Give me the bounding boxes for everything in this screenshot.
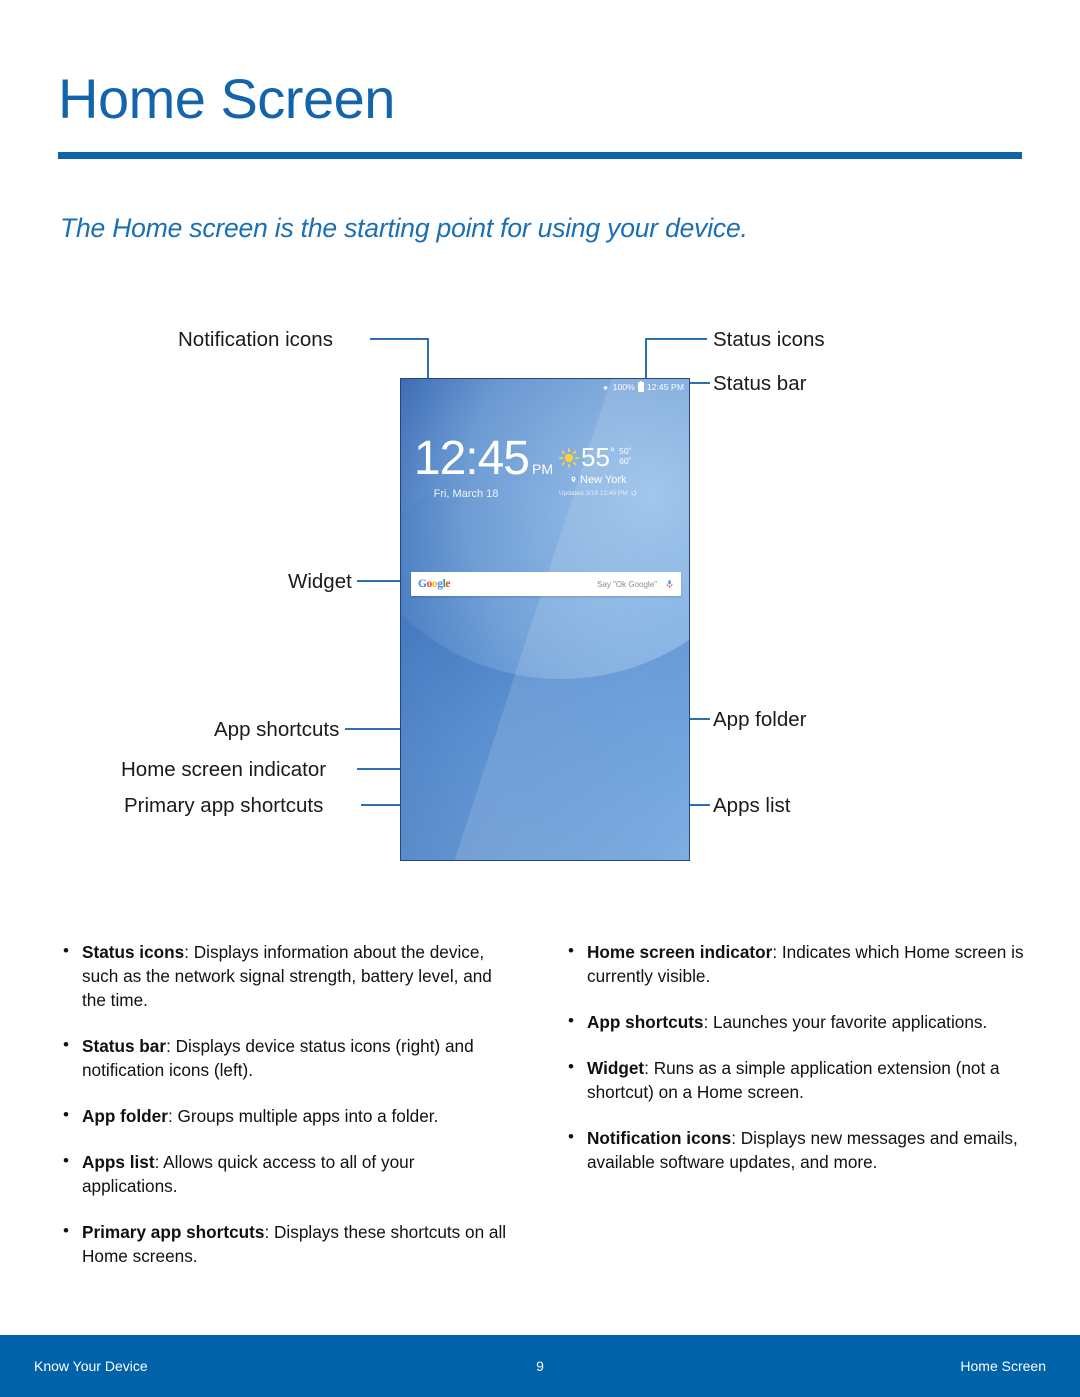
location-pin-icon [571, 476, 576, 483]
sun-icon [559, 448, 579, 468]
bullet-item: Status icons: Displays information about… [58, 939, 513, 1012]
page-subtitle: The Home screen is the starting point fo… [60, 213, 748, 243]
bullet-text: : Groups multiple apps into a folder. [167, 1106, 439, 1126]
bullet-term: Notification icons [587, 1128, 732, 1148]
callout-notification-icons: Notification icons [178, 328, 333, 351]
refresh-icon[interactable] [631, 490, 637, 496]
bullet-item: Primary app shortcuts: Displays these sh… [58, 1219, 513, 1268]
title-divider [58, 152, 1022, 159]
page-footer: Know Your Device 9 Home Screen [0, 1335, 1080, 1397]
widget-updated-text: Updated 3/18 12:45 PM [559, 490, 628, 497]
bullet-text: : Launches your favorite applications. [703, 1012, 988, 1032]
leader-app-shortcuts [345, 728, 407, 730]
page-title: Home Screen [58, 67, 395, 130]
leader-apps-list [690, 804, 710, 806]
callout-status-icons: Status icons [713, 328, 825, 351]
bullet-term: Status icons [82, 942, 185, 962]
footer-topic-label: Home Screen [960, 1358, 1046, 1374]
google-search-widget[interactable]: Google Say "Ok Google" [411, 572, 681, 596]
tablet-device-screenshot: 100% 12:45 PM 12:45 PM Fri, March 18 55°… [400, 378, 690, 861]
clock-weather-widget[interactable]: 12:45 PM Fri, March 18 55° 50˚ 60˚ New Y… [401, 432, 689, 500]
microphone-icon[interactable] [665, 578, 674, 590]
bullet-term: Home screen indicator [587, 942, 773, 962]
bullet-item: Widget: Runs as a simple application ext… [563, 1055, 1028, 1104]
widget-ampm: PM [532, 461, 553, 477]
wifi-icon [602, 385, 608, 390]
leader-status-icons-v [645, 338, 647, 380]
leader-notification-icons-v [427, 338, 429, 380]
bullet-item: Apps list: Allows quick access to all of… [58, 1149, 513, 1198]
leader-app-folder [690, 718, 710, 720]
widget-date: Fri, March 18 [433, 487, 499, 500]
leader-status-icons-h [645, 338, 707, 340]
callout-widget: Widget [288, 570, 352, 593]
bullet-term: App shortcuts [587, 1012, 704, 1032]
footer-page-number: 9 [536, 1358, 544, 1374]
battery-icon [637, 380, 644, 392]
leader-notification-icons-h [370, 338, 428, 340]
bullet-item: App folder: Groups multiple apps into a … [58, 1103, 513, 1128]
degree-symbol: ° [609, 444, 616, 460]
bullet-text: : Runs as a simple application extension… [587, 1058, 1000, 1102]
bullet-list-right: Home screen indicator: Indicates which H… [563, 939, 1028, 1196]
callout-home-screen-indicator: Home screen indicator [121, 758, 327, 781]
bullet-term: Status bar [82, 1036, 167, 1056]
bullet-list-left: Status icons: Displays information about… [58, 939, 513, 1290]
bullet-term: App folder [82, 1106, 168, 1126]
callout-app-folder: App folder [713, 708, 807, 731]
wallpaper-highlight [401, 379, 689, 679]
bullet-term: Apps list [82, 1152, 155, 1172]
widget-city: New York [580, 474, 627, 486]
status-bar-time: 12:45 PM [646, 382, 684, 392]
callout-primary-app-shortcuts: Primary app shortcuts [124, 794, 324, 817]
battery-percent-label: 100% [612, 382, 635, 392]
widget-temp-low: 60˚ [619, 455, 632, 466]
google-logo: Google [418, 578, 451, 590]
widget-time: 12:45 [413, 432, 530, 485]
callout-status-bar: Status bar [713, 372, 807, 395]
bullet-term: Widget [587, 1058, 645, 1078]
manual-page: Home Screen The Home screen is the start… [0, 0, 1080, 1397]
widget-temperature: 55 [581, 442, 610, 472]
bullet-term: Primary app shortcuts [82, 1222, 265, 1242]
bullet-item: Home screen indicator: Indicates which H… [563, 939, 1028, 988]
callout-apps-list: Apps list [713, 794, 791, 817]
callout-app-shortcuts: App shortcuts [214, 718, 340, 741]
bullet-item: App shortcuts: Launches your favorite ap… [563, 1009, 1028, 1034]
bullet-item: Status bar: Displays device status icons… [58, 1033, 513, 1082]
leader-status-bar [690, 382, 710, 384]
search-hint-label: Say "Ok Google" [597, 579, 657, 589]
bullet-item: Notification icons: Displays new message… [563, 1125, 1028, 1174]
status-bar: 100% 12:45 PM [401, 379, 689, 395]
